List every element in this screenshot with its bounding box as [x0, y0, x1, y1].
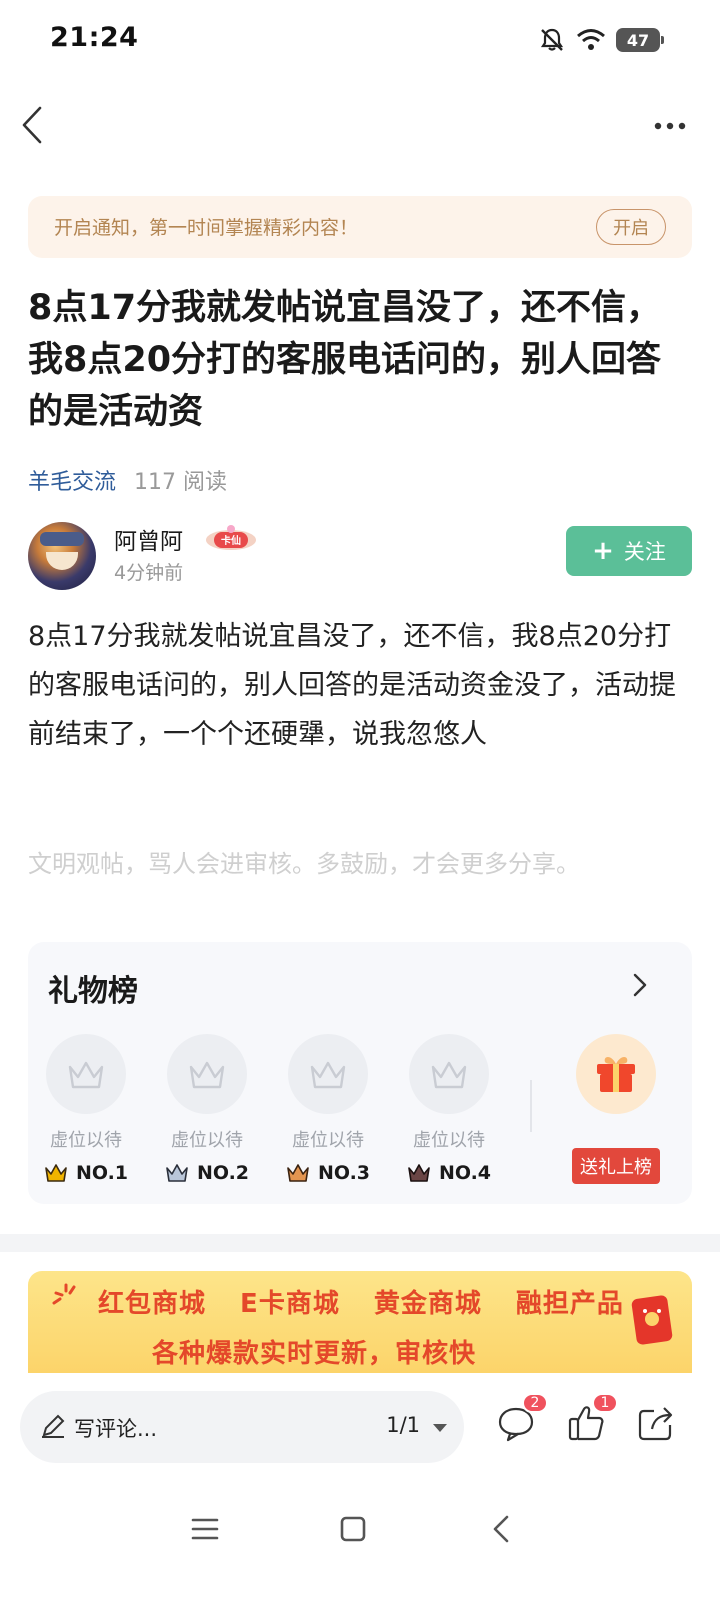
rank-text: NO.1	[75, 1162, 129, 1184]
gift-slot-label: 虚位以待	[50, 1130, 122, 1151]
avatar[interactable]	[28, 522, 96, 590]
notification-prompt: 开启通知，第一时间掌握精彩内容！ 开启	[28, 196, 692, 258]
empty-slot-crown	[409, 1034, 489, 1114]
gift-board-title: 礼物榜	[48, 974, 138, 1009]
section-separator	[0, 1234, 720, 1252]
author-name[interactable]: 阿曾阿	[114, 522, 183, 556]
follow-button-label: 关注	[623, 540, 666, 564]
home-square-icon[interactable]	[333, 1509, 373, 1549]
author-level-badge: 卡仙	[206, 525, 256, 550]
send-gift-button[interactable]: 送礼上榜	[572, 1148, 660, 1184]
comment-input[interactable]: 写评论... 1/1	[20, 1391, 464, 1463]
empty-slot-crown	[46, 1034, 126, 1114]
crown-outline-icon	[68, 1061, 104, 1089]
caret-down-icon[interactable]	[430, 1421, 450, 1435]
empty-slot-crown	[288, 1034, 368, 1114]
red-envelope-icon	[631, 1295, 673, 1345]
gift-slot-3[interactable]: 虚位以待 NO.3	[278, 1034, 378, 1184]
divider	[530, 1080, 532, 1132]
wifi-icon	[577, 29, 605, 50]
crown-outline-icon	[189, 1061, 225, 1089]
follow-button[interactable]: + 关注	[566, 526, 692, 576]
crown-outline-icon	[310, 1061, 346, 1089]
page-indicator[interactable]: 1/1	[386, 1413, 420, 1437]
status-time: 21:24	[50, 22, 139, 53]
gift-slot-label: 虚位以待	[413, 1130, 485, 1151]
pen-icon	[42, 1414, 65, 1438]
forum-link[interactable]: 羊毛交流	[28, 464, 116, 496]
sparkle-rays-icon	[52, 1283, 76, 1305]
gift-slot-2[interactable]: 虚位以待 NO.2	[157, 1034, 257, 1184]
post-title: 8点17分我就发帖说宜昌没了，还不信，我8点20分打的客服电话问的，别人回答的是…	[28, 288, 662, 432]
menu-icon[interactable]	[185, 1509, 225, 1549]
crown-gold-icon	[45, 1164, 67, 1182]
banner-line-1: 红包商城 E卡商城 黄金商城 融担产品	[98, 1289, 624, 1319]
chevron-right-icon[interactable]	[628, 970, 652, 1000]
like-button[interactable]: 1	[566, 1393, 618, 1443]
gift-slot-label: 虚位以待	[171, 1130, 243, 1151]
gift-box-icon	[597, 1057, 635, 1092]
gift-slot-rank: NO.3	[278, 1162, 378, 1184]
post-body: 8点17分我就发帖说宜昌没了，还不信，我8点20分打的客服电话问的，别人回答的是…	[28, 621, 676, 750]
gift-slot-rank: NO.4	[399, 1162, 499, 1184]
notification-prompt-text: 开启通知，第一时间掌握精彩内容！	[54, 217, 359, 239]
comment-button[interactable]: 2	[496, 1393, 548, 1443]
plus-icon: +	[592, 536, 614, 566]
crown-bronze-icon	[287, 1164, 309, 1182]
bottom-action-bar: 写评论... 1/1 2 1	[0, 1373, 720, 1483]
status-bar: 21:24 47	[0, 0, 720, 80]
post-time: 4分钟前	[114, 562, 184, 584]
rank-text: NO.3	[317, 1162, 371, 1184]
promo-banner[interactable]: 红包商城 E卡商城 黄金商城 融担产品 各种爆款实时更新，审核快	[28, 1271, 692, 1373]
top-nav-bar	[0, 90, 720, 160]
gift-slot-rank: NO.2	[157, 1162, 257, 1184]
send-gift-icon-button[interactable]	[576, 1034, 656, 1114]
rank-text: NO.4	[438, 1162, 492, 1184]
share-button[interactable]	[636, 1403, 676, 1443]
battery-icon: 47	[616, 28, 664, 52]
author-level-badge-text: 卡仙	[221, 534, 241, 547]
like-count-badge: 1	[592, 1393, 618, 1413]
status-icons: 47	[538, 24, 664, 56]
comment-count-badge: 2	[522, 1393, 548, 1413]
gift-slot-1[interactable]: 虚位以待 NO.1	[36, 1034, 136, 1184]
share-icon	[638, 1407, 673, 1441]
author-row: 阿曾阿 卡仙 4分钟前 + 关注	[28, 522, 692, 590]
civility-tip: 文明观帖，骂人会进审核。多鼓励，才会更多分享。	[28, 850, 580, 878]
read-count: 117 阅读	[134, 470, 228, 495]
post-meta: 羊毛交流 117 阅读	[28, 465, 227, 495]
bell-off-icon	[540, 28, 564, 51]
system-nav-bar	[0, 1483, 720, 1600]
enable-notification-button[interactable]: 开启	[596, 209, 666, 245]
empty-slot-crown	[167, 1034, 247, 1114]
crown-silver-icon	[166, 1164, 188, 1182]
gift-slot-label: 虚位以待	[292, 1130, 364, 1151]
gift-slot-rank: NO.1	[36, 1162, 136, 1184]
crown-outline-icon	[431, 1061, 467, 1089]
gift-board: 礼物榜 虚位以待 NO.1 虚位以待 NO.2 虚位以待 NO.3 虚位以待 N…	[28, 942, 692, 1204]
comment-placeholder: 写评论...	[74, 1417, 158, 1441]
more-dots-icon[interactable]	[652, 106, 692, 146]
rank-text: NO.2	[196, 1162, 250, 1184]
back-arrow-icon[interactable]	[14, 102, 54, 148]
banner-line-2: 各种爆款实时更新，审核快	[152, 1339, 477, 1369]
system-back-icon[interactable]	[482, 1509, 522, 1549]
crown-dark-icon	[408, 1164, 430, 1182]
gift-slot-4[interactable]: 虚位以待 NO.4	[399, 1034, 499, 1184]
